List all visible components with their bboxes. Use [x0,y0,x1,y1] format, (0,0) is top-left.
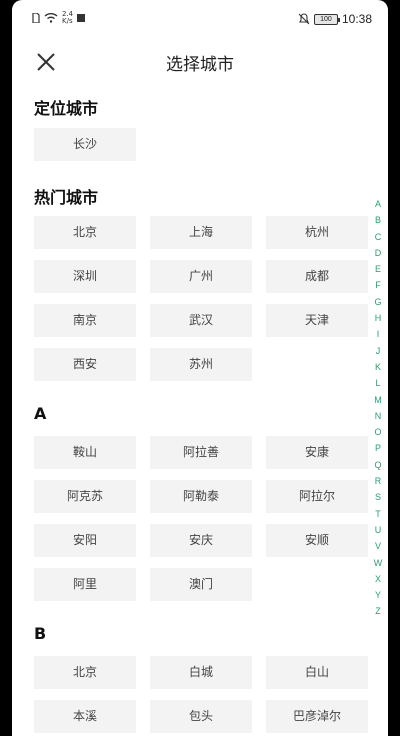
city-tag-hot[interactable]: 北京 [34,216,136,249]
app-screen: 2.4 K/s 100 10:38 选择城市 定位城市 长沙 热门城市 北京 上… [12,0,388,736]
alphabet-letter-s[interactable]: S [375,489,381,505]
city-tag-a[interactable]: 安庆 [150,524,252,557]
alphabet-letter-r[interactable]: R [375,473,382,489]
city-tag-a[interactable]: 阿克苏 [34,480,136,513]
alphabet-letter-l[interactable]: L [375,375,380,391]
wifi-icon [44,13,58,23]
status-bar: 2.4 K/s 100 10:38 [12,0,388,36]
alphabet-letter-n[interactable]: N [375,408,382,424]
battery-icon: 100 [313,13,340,25]
page-title: 选择城市 [166,55,234,75]
alphabet-letter-z[interactable]: Z [375,603,381,619]
alphabet-letter-u[interactable]: U [375,522,382,538]
city-tag-hot[interactable]: 西安 [34,348,136,381]
alphabet-letter-d[interactable]: D [375,245,382,261]
city-tag-b[interactable]: 白城 [150,656,252,689]
network-speed: 2.4 K/s [62,10,74,25]
status-left: 2.4 K/s [32,10,86,25]
alphabet-letter-a[interactable]: A [375,196,381,212]
alphabet-letter-o[interactable]: O [374,424,381,440]
city-tag-a[interactable]: 阿勒泰 [150,480,252,513]
city-tag-hot[interactable]: 武汉 [150,304,252,337]
city-tag-hot[interactable]: 广州 [150,260,252,293]
city-tag-b[interactable]: 巴彦淖尔 [266,700,368,733]
status-right: 100 10:38 [298,12,372,26]
city-tag-a[interactable]: 澳门 [150,568,252,601]
city-tag-hot[interactable]: 苏州 [150,348,252,381]
alphabet-letter-x[interactable]: X [375,571,381,587]
section-title-location: 定位城市 [34,99,99,118]
city-tag-hot[interactable]: 成都 [266,260,368,293]
city-tag-hot[interactable]: 上海 [150,216,252,249]
sim-icon [32,13,40,23]
section-title-b: B [34,624,47,643]
alphabet-letter-w[interactable]: W [374,555,383,571]
alphabet-letter-h[interactable]: H [375,310,382,326]
section-title-a: A [34,404,47,423]
city-tag-a[interactable]: 阿拉尔 [266,480,368,513]
section-title-hot: 热门城市 [34,188,99,207]
notification-icon [77,14,86,22]
city-tag-a[interactable]: 安阳 [34,524,136,557]
city-tag-b[interactable]: 包头 [150,700,252,733]
alphabet-letter-e[interactable]: E [375,261,381,277]
alphabet-letter-j[interactable]: J [376,343,381,359]
alphabet-index[interactable]: ABCDEFGHIJKLMNOPQRSTUVWXYZ [370,196,386,620]
alphabet-letter-m[interactable]: M [374,392,382,408]
alphabet-letter-g[interactable]: G [374,294,381,310]
alphabet-letter-f[interactable]: F [375,277,381,293]
city-tag-a[interactable]: 安顺 [266,524,368,557]
city-tag-location[interactable]: 长沙 [34,128,136,161]
alphabet-letter-q[interactable]: Q [374,457,381,473]
city-tag-b[interactable]: 本溪 [34,700,136,733]
city-tag-a[interactable]: 阿拉善 [150,436,252,469]
alphabet-letter-k[interactable]: K [375,359,381,375]
city-tag-hot[interactable]: 杭州 [266,216,368,249]
city-tag-hot[interactable]: 深圳 [34,260,136,293]
city-tag-hot[interactable]: 南京 [34,304,136,337]
city-tag-b[interactable]: 北京 [34,656,136,689]
alphabet-letter-y[interactable]: Y [375,587,381,603]
alphabet-letter-t[interactable]: T [375,506,381,522]
top-bar: 选择城市 [12,40,388,84]
city-tag-a[interactable]: 鞍山 [34,436,136,469]
clock-time: 10:38 [341,12,372,26]
alphabet-letter-b[interactable]: B [375,212,381,228]
city-tag-hot[interactable]: 天津 [266,304,368,337]
alphabet-letter-v[interactable]: V [375,538,381,554]
city-tag-b[interactable]: 白山 [266,656,368,689]
city-tag-a[interactable]: 阿里 [34,568,136,601]
alphabet-letter-p[interactable]: P [375,440,381,456]
alphabet-letter-c[interactable]: C [375,229,382,245]
mute-icon [298,13,310,25]
city-tag-a[interactable]: 安康 [266,436,368,469]
alphabet-letter-i[interactable]: I [377,326,380,342]
